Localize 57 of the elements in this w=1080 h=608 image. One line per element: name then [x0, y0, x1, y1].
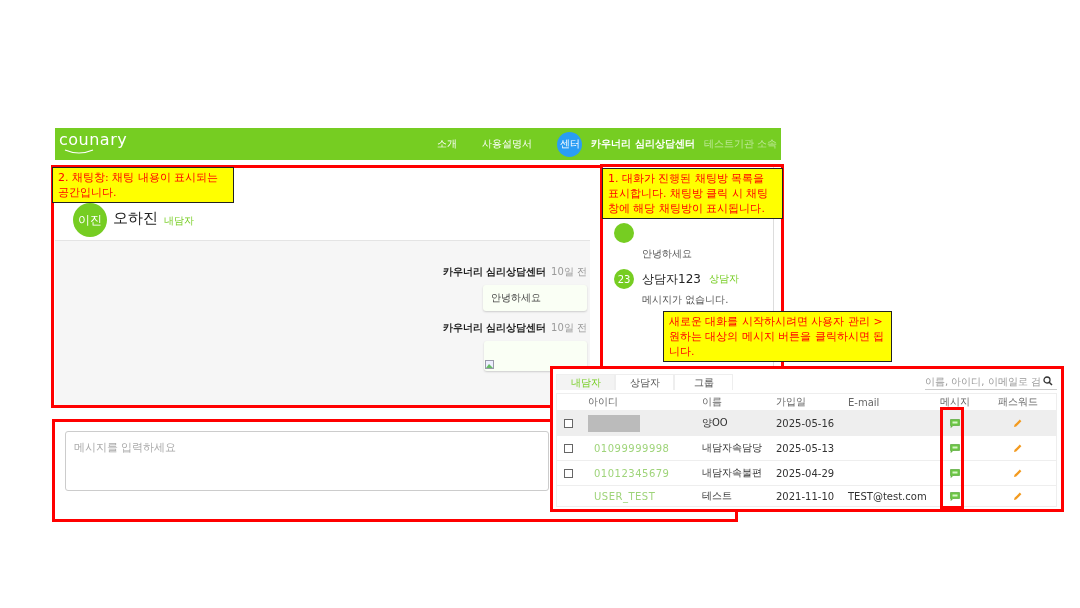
message-icon[interactable]: [949, 491, 960, 501]
column-header: 메시지: [938, 395, 971, 409]
message-input[interactable]: 메시지를 입력하세요: [65, 431, 549, 491]
column-header: 가입일: [776, 395, 807, 409]
message-icon[interactable]: [949, 418, 960, 428]
pencil-icon[interactable]: [1013, 418, 1023, 428]
table-row[interactable]: USER_TEST 테스트 2021-11-10 TEST@test.com: [557, 486, 1056, 506]
room-name[interactable]: 상담자123: [642, 270, 701, 288]
column-header: E-mail: [848, 396, 881, 408]
pencil-icon[interactable]: [1013, 468, 1023, 478]
table-cell: 내담자속담당: [702, 441, 762, 455]
column-header: 아이디: [587, 395, 619, 409]
pencil-icon[interactable]: [1013, 491, 1023, 501]
table-cell: 내담자속불편: [702, 466, 762, 480]
center-name: 카우너리 심리상담센터: [591, 137, 695, 151]
message-sender: 카우너리 심리상담센터: [442, 265, 547, 279]
callout-note: 1. 대화가 진행된 채팅방 목록을 표시합니다. 채팅방 클릭 시 채팅창에 해당 채팅방이 표시됩니다.: [602, 168, 783, 219]
checkbox[interactable]: [564, 418, 573, 428]
callout-note: 2. 채팅창: 채팅 내용이 표시되는 공간입니다.: [52, 167, 234, 203]
role-tag: 상담자: [708, 272, 739, 286]
checkbox[interactable]: [564, 443, 573, 453]
table-cell: 2025-05-16: [776, 417, 835, 429]
column-header: 이름: [702, 395, 723, 409]
table-cell: 테스트: [702, 489, 732, 503]
table-row[interactable]: 양OO 2025-05-16: [557, 411, 1056, 436]
table-row[interactable]: 01012345679 내담자속불편 2025-04-29: [557, 461, 1056, 486]
message-bubble: 안녕하세요: [483, 285, 587, 311]
message-time: 10일 전: [551, 265, 587, 279]
role-tag: 내담자: [164, 214, 194, 228]
column-header: 패스워드: [997, 395, 1039, 409]
table-cell: TEST@test.com: [848, 490, 927, 502]
affiliation: 테스트기관 소속: [703, 137, 777, 151]
callout-note: 새로운 대화를 시작하시려면 사용자 관리 > 원하는 대상의 메시지 버튼을 클릭하시면 됩니다.: [663, 311, 892, 362]
search-field[interactable]: 이름, 아이디, 이메일로 검: [925, 373, 1057, 390]
table-cell: 2025-04-29: [776, 467, 835, 479]
room-preview: 안녕하세요: [641, 247, 693, 261]
user-name: 오하진: [113, 209, 158, 228]
logo-swoosh-icon: [63, 148, 95, 156]
search-icon[interactable]: [1043, 376, 1053, 386]
table-row[interactable]: 01099999998 내담자속담당 2025-05-13: [557, 436, 1056, 461]
checkbox[interactable]: [564, 468, 573, 478]
table-cell: 2021-11-10: [776, 490, 835, 502]
message-icon[interactable]: [949, 468, 960, 478]
tab[interactable]: 그룹: [674, 374, 733, 390]
avatar: 이진: [73, 203, 107, 237]
center-badge: 센터: [557, 131, 583, 157]
tab[interactable]: 상담자: [615, 374, 674, 390]
logo-text: counary: [59, 132, 128, 148]
pencil-icon[interactable]: [1013, 443, 1023, 453]
broken-image-icon: [485, 360, 494, 369]
message-time: 10일 전: [551, 321, 587, 335]
room-avatar[interactable]: [614, 223, 634, 243]
table-cell: 2025-05-13: [776, 442, 835, 454]
message-icon[interactable]: [949, 443, 960, 453]
table-cell: 양OO: [702, 416, 728, 430]
message-sender: 카우너리 심리상담센터: [442, 321, 547, 335]
room-preview: 메시지가 없습니다.: [641, 293, 730, 307]
